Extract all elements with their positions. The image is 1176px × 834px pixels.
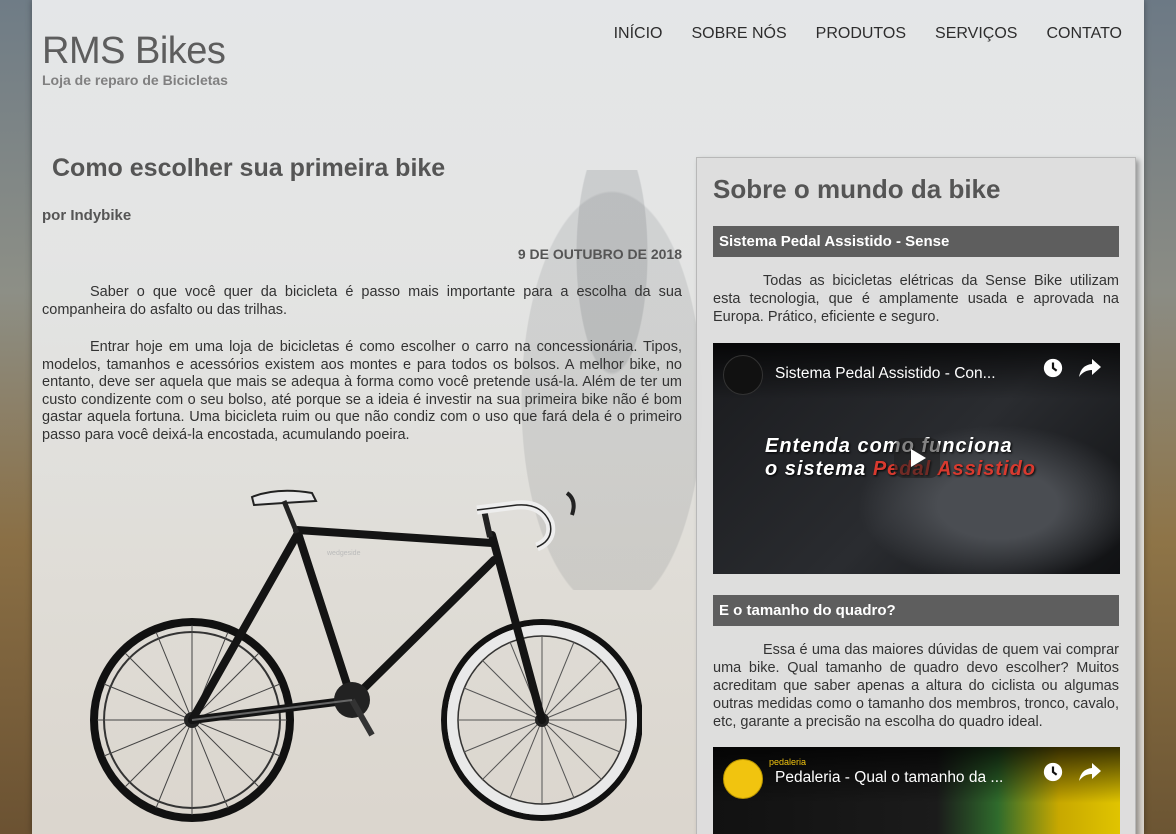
channel-avatar[interactable] <box>723 355 763 395</box>
share-icon[interactable] <box>1078 761 1102 783</box>
watch-later-icon[interactable] <box>1042 357 1064 379</box>
sidebar-section-text: Essa é uma das maiores dúvidas de quem v… <box>713 642 1119 730</box>
article: Como escolher sua primeira bike por Indy… <box>42 150 682 444</box>
nav-item-produtos[interactable]: PRODUTOS <box>816 25 906 43</box>
channel-name: pedaleria <box>769 757 807 767</box>
frame-brand-label: wedgeside <box>326 550 361 557</box>
main-nav: INÍCIO SOBRE NÓS PRODUTOS SERVIÇOS CONTA… <box>614 25 1122 43</box>
share-icon[interactable] <box>1078 357 1102 379</box>
background-mountain-left <box>0 0 32 834</box>
sidebar-section-heading: Sistema Pedal Assistido - Sense <box>713 226 1119 257</box>
sidebar-title: Sobre o mundo da bike <box>713 174 1001 204</box>
video-title[interactable]: Pedaleria - Qual o tamanho da ... <box>775 769 1003 787</box>
site-logo[interactable]: RMS Bikes <box>42 30 226 73</box>
article-date: 9 DE OUTUBRO DE 2018 <box>517 246 682 262</box>
sidebar-section-text: Todas as bicicletas elétricas da Sense B… <box>713 273 1119 325</box>
nav-item-inicio[interactable]: INÍCIO <box>614 25 663 43</box>
video-player-pedal-assistido[interactable]: Sistema Pedal Assistido - Con... Entenda… <box>713 343 1120 574</box>
article-author: por Indybike <box>42 207 132 224</box>
background-mountain-right <box>1144 0 1176 834</box>
nav-item-sobre-nos[interactable]: SOBRE NÓS <box>692 25 787 43</box>
sidebar: Sobre o mundo da bike Sistema Pedal Assi… <box>696 157 1136 834</box>
video-title[interactable]: Sistema Pedal Assistido - Con... <box>775 365 996 383</box>
nav-item-servicos[interactable]: SERVIÇOS <box>935 25 1017 43</box>
article-title: Como escolher sua primeira bike <box>52 154 446 182</box>
watch-later-icon[interactable] <box>1042 761 1064 783</box>
play-icon[interactable] <box>894 438 940 478</box>
article-paragraph-1: Saber o que você quer da bicicleta é pas… <box>42 284 682 318</box>
sidebar-section-heading: E o tamanho do quadro? <box>713 595 1119 626</box>
video-player-pedaleria[interactable]: pedaleria Pedaleria - Qual o tamanho da … <box>713 747 1120 834</box>
article-paragraph-2: Entrar hoje em uma loja de bicicletas é … <box>42 339 682 443</box>
channel-avatar[interactable] <box>723 759 763 799</box>
bicycle-image: wedgeside <box>90 489 642 822</box>
nav-item-contato[interactable]: CONTATO <box>1046 25 1122 43</box>
site-tagline: Loja de reparo de Bicicletas <box>42 72 228 88</box>
page-container: RMS Bikes Loja de reparo de Bicicletas I… <box>32 0 1144 834</box>
